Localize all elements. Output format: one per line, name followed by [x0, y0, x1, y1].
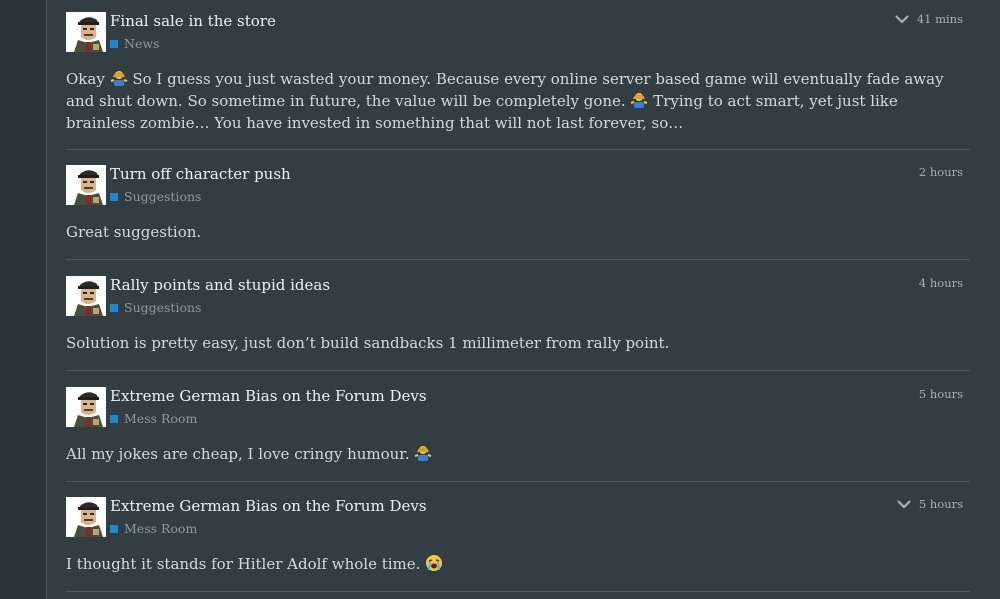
post-time[interactable]: 4 hours [919, 276, 963, 290]
activity-item: Turn off character push Suggestions 2 ho… [66, 165, 970, 261]
chevron-down-icon[interactable] [895, 14, 909, 24]
loudly-crying-face-emoji [426, 555, 443, 571]
post-excerpt: All my jokes are cheap, I love cringy hu… [66, 443, 970, 465]
category-label: Suggestions [124, 300, 202, 315]
post-excerpt: Great suggestion. [66, 221, 970, 243]
topic-title-link[interactable]: Extreme German Bias on the Forum Devs [110, 497, 427, 515]
category-color-square [110, 524, 118, 533]
excerpt-text: Okay [66, 70, 110, 88]
category-color-square [110, 192, 118, 201]
user-avatar[interactable] [66, 387, 106, 427]
category-badge[interactable]: Mess Room [110, 411, 197, 426]
activity-item: Extreme German Bias on the Forum Devs Me… [66, 387, 970, 483]
left-gutter [0, 0, 46, 599]
category-badge[interactable]: Suggestions [110, 300, 201, 315]
topic-title-link[interactable]: Rally points and stupid ideas [110, 276, 330, 294]
post-divider [66, 149, 970, 150]
user-avatar[interactable] [66, 276, 106, 316]
post-divider [66, 591, 970, 592]
post-time-label: 5 hours [918, 387, 963, 401]
user-activity-feed: Final sale in the store News 41 mins Oka… [46, 0, 1000, 599]
user-avatar[interactable] [66, 12, 106, 52]
excerpt-text: Solution is pretty easy, just don’t buil… [66, 334, 670, 352]
topic-title-link[interactable]: Extreme German Bias on the Forum Devs [110, 387, 427, 405]
category-color-square [110, 303, 118, 312]
post-time-label: 4 hours [918, 276, 963, 290]
category-color-square [110, 414, 118, 423]
excerpt-text: I thought it stands for Hitler Adolf who… [66, 555, 426, 573]
category-badge[interactable]: Mess Room [110, 521, 197, 536]
avatar-soldier-image [66, 276, 106, 316]
category-label: News [124, 36, 160, 51]
chevron-down-icon[interactable] [897, 499, 911, 509]
avatar-soldier-image [66, 165, 106, 205]
post-divider [66, 370, 970, 371]
activity-item: Extreme German Bias on the Forum Devs Me… [66, 497, 970, 593]
excerpt-text: Great suggestion. [66, 223, 202, 241]
category-color-square [110, 39, 118, 48]
person-shrugging-emoji [110, 71, 127, 86]
user-avatar[interactable] [66, 165, 106, 205]
activity-item: Final sale in the store News 41 mins Oka… [66, 12, 970, 150]
post-time[interactable]: 5 hours [897, 497, 963, 511]
category-label: Mess Room [124, 411, 198, 426]
activity-item: Rally points and stupid ideas Suggestion… [66, 276, 970, 372]
post-time[interactable]: 2 hours [919, 165, 963, 179]
post-time[interactable]: 5 hours [919, 387, 963, 401]
post-excerpt: I thought it stands for Hitler Adolf who… [66, 553, 970, 575]
category-badge[interactable]: News [110, 36, 159, 51]
avatar-soldier-image [66, 12, 106, 52]
post-divider [66, 481, 970, 482]
excerpt-text: All my jokes are cheap, I love cringy hu… [66, 445, 415, 463]
post-time[interactable]: 41 mins [895, 12, 963, 26]
user-avatar[interactable] [66, 497, 106, 537]
post-time-label: 5 hours [918, 497, 963, 511]
topic-title-link[interactable]: Turn off character push [110, 165, 291, 183]
person-shrugging-emoji [415, 446, 432, 461]
post-excerpt: Solution is pretty easy, just don’t buil… [66, 332, 970, 354]
post-divider [66, 259, 970, 260]
topic-title-link[interactable]: Final sale in the store [110, 12, 276, 30]
category-badge[interactable]: Suggestions [110, 189, 201, 204]
person-shrugging-emoji [631, 93, 648, 108]
avatar-soldier-image [66, 497, 106, 537]
category-label: Mess Room [124, 521, 198, 536]
avatar-soldier-image [66, 387, 106, 427]
post-time-label: 41 mins [916, 12, 963, 26]
post-time-label: 2 hours [918, 165, 963, 179]
post-excerpt: Okay So I guess you just wasted your mon… [66, 68, 970, 134]
category-label: Suggestions [124, 189, 202, 204]
